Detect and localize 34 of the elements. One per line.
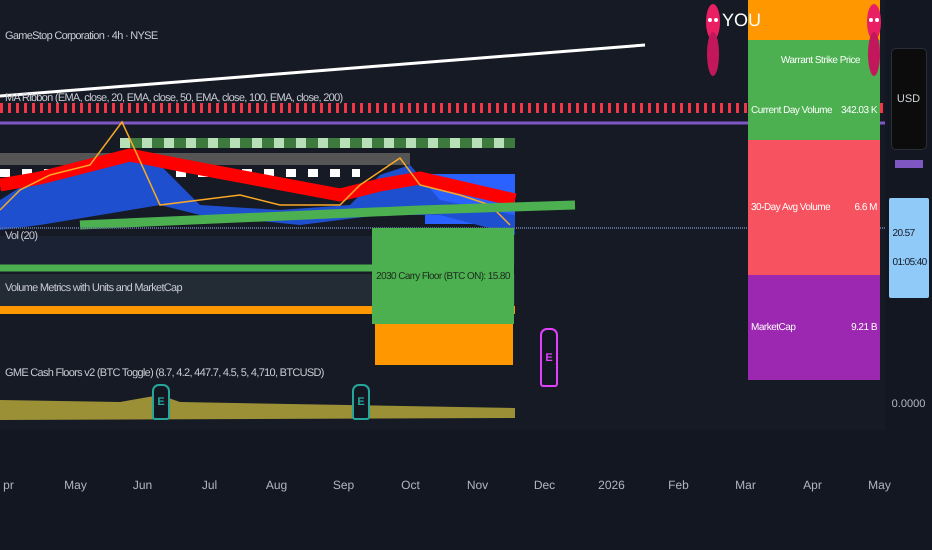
time-axis-label: May <box>867 478 892 494</box>
price-marker <box>894 160 922 168</box>
time-axis-label: Sep <box>332 478 356 494</box>
indicator-legend: GME Cash Floors v2 (BTC Toggle) (8.7, 4.2, 447.7, 4.5, 5, 4,710, BTCUSD) <box>5 367 324 379</box>
time-axis-label: May <box>63 478 88 494</box>
metric-value: 6.6 M <box>854 202 877 213</box>
time-axis-label: Jul <box>200 478 218 494</box>
earnings-marker[interactable]: E <box>352 384 370 420</box>
metric-label: 30-Day Avg Volume <box>751 202 830 213</box>
last-price: 20.57 <box>892 228 916 239</box>
time-axis-label: Apr <box>802 478 823 494</box>
metric-value: 342.03 K <box>840 104 877 116</box>
floor-price-label: 2030 Carry Floor (BTC ON): 15.80 <box>372 228 514 324</box>
time-axis-label: Dec <box>532 478 556 494</box>
indicator-legend: GameStop Corporation · 4h · NYSE <box>5 30 158 42</box>
indicator-legend: Vol (20) <box>5 230 38 242</box>
axis-price: 0.0000 <box>892 398 926 410</box>
time-axis-label: Mar <box>734 478 757 494</box>
bar-countdown: 01:05:40 <box>892 257 928 268</box>
metric-label: Warrant Strike Price <box>780 54 860 66</box>
time-axis-label: Jun <box>132 478 154 494</box>
earnings-marker[interactable]: E <box>540 328 558 387</box>
metric-label: Current Day Volume <box>751 104 832 116</box>
currency-badge[interactable]: USD <box>890 48 926 150</box>
earnings-marker[interactable]: E <box>152 384 170 420</box>
indicator-legend: Volume Metrics with Units and MarketCap <box>5 282 182 294</box>
time-axis-label: Feb <box>667 478 690 494</box>
time-axis-label: Nov <box>466 478 490 494</box>
time-axis-label: Aug <box>264 478 288 494</box>
metric-value: 9.21 B <box>851 322 877 333</box>
metric-label: MarketCap <box>751 322 796 333</box>
time-axis-label: pr <box>2 478 15 494</box>
time-axis-label: 2026 <box>597 478 626 494</box>
time-axis-label: Oct <box>400 478 421 494</box>
